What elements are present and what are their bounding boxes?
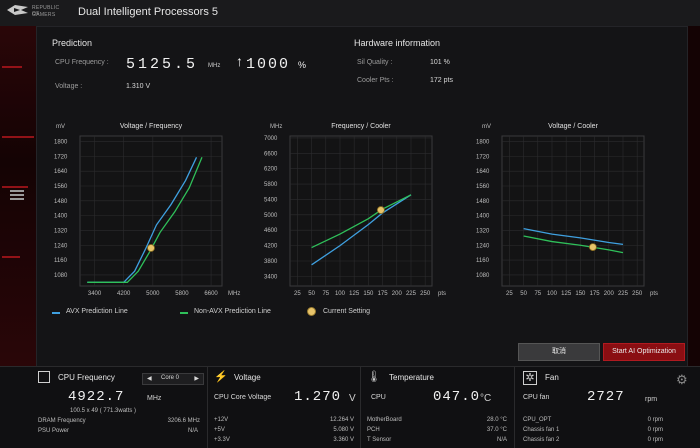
- voltage-12v-value: 12.264 V: [329, 417, 354, 423]
- cooler-pts-label: Cooler Pts :: [357, 77, 394, 84]
- cpu-frequency-value: 4922.7: [68, 389, 125, 405]
- predicted-frequency-value: 5125.5: [126, 56, 199, 73]
- accent-streak: [2, 256, 20, 258]
- prediction-percent-sign: %: [298, 60, 307, 70]
- sil-quality-value: 101 %: [430, 59, 450, 66]
- title-bar: REPUBLIC OF GAMERS Dual Intelligent Proc…: [0, 0, 700, 27]
- voltage-label: Voltage :: [55, 83, 83, 90]
- voltage-value: 1.310 V: [126, 83, 151, 90]
- rog-eye-icon: [7, 5, 28, 15]
- voltage-3v3-label: +3.3V: [214, 437, 230, 443]
- fan-icon: ✲: [523, 371, 537, 385]
- cpu-chip-icon: [38, 371, 50, 383]
- arrow-up-icon: ↑: [236, 53, 243, 69]
- cancel-button[interactable]: 取消: [518, 343, 600, 361]
- cooler-pts-value: 172 pts: [430, 77, 453, 84]
- cpu-fan-unit: rpm: [645, 396, 658, 403]
- motherboard-temp-value: 28.0 °C: [486, 417, 507, 423]
- cpu-temp-label: CPU: [371, 394, 386, 401]
- chassis-fan-1-value: 0 rpm: [647, 427, 663, 433]
- hardware-info-title: Hardware information: [354, 38, 441, 48]
- voltage-5v-label: +5V: [214, 427, 225, 433]
- cpu-frequency-unit: MHz: [147, 395, 162, 402]
- tsensor-temp-label: T Sensor: [367, 437, 392, 443]
- predicted-frequency-unit: MHz: [208, 63, 221, 69]
- rog-logo: REPUBLIC OF GAMERS: [6, 3, 64, 23]
- tsensor-temp-value: N/A: [496, 437, 507, 443]
- prediction-title: Prediction: [52, 38, 93, 48]
- pch-temp-label: PCH: [367, 427, 380, 433]
- core-next-icon[interactable]: ▶: [194, 375, 199, 382]
- fan-title: Fan: [545, 373, 559, 382]
- temperature-panel: 🌡 Temperature CPU 047.0 °C MotherBoard 2…: [361, 367, 515, 448]
- current-setting-legend-dot: [307, 307, 316, 316]
- nonavx-legend-label: Non-AVX Prediction Line: [194, 308, 271, 315]
- accent-streak: [2, 66, 22, 68]
- settings-gear-icon[interactable]: ⚙: [676, 372, 688, 388]
- right-accent-bar: [686, 26, 700, 366]
- accent-streak: [2, 186, 28, 188]
- cpu-multiplier-text: 100.5 x 49 ( 771.3watts ): [70, 408, 137, 414]
- core-prev-icon[interactable]: ◀: [147, 375, 152, 382]
- status-bar: CPU Frequency ◀ Core 0 ▶ 4922.7 MHz 100.…: [0, 366, 700, 448]
- cpu-frequency-label: CPU Frequency :: [55, 59, 109, 66]
- voltage-title: Voltage: [234, 373, 261, 382]
- voltage-panel: ⚡ Voltage CPU Core Voltage 1.270 V +12V …: [208, 367, 361, 448]
- cpu-fan-value: 2727: [587, 389, 625, 405]
- chassis-fan-1-label: Chassis fan 1: [523, 427, 560, 433]
- cpu-core-voltage-unit: V: [349, 393, 356, 404]
- start-ai-optimization-button[interactable]: Start AI Optimization: [603, 343, 685, 361]
- avx-legend-swatch: [52, 312, 60, 314]
- cpu-frequency-panel: CPU Frequency ◀ Core 0 ▶ 4922.7 MHz 100.…: [0, 367, 208, 448]
- prediction-percent-value: 1000: [246, 56, 291, 73]
- dram-frequency-label: DRAM Frequency: [38, 418, 86, 424]
- cpu-fan-label: CPU fan: [523, 394, 550, 401]
- current-setting-legend-label: Current Setting: [323, 308, 371, 315]
- voltage-12v-label: +12V: [214, 417, 229, 423]
- fan-panel: ✲ Fan CPU fan 2727 rpm CPU_OPT 0 rpm Cha…: [515, 367, 670, 448]
- temperature-title: Temperature: [389, 373, 434, 382]
- voltage-5v-value: 5.080 V: [333, 427, 354, 433]
- cpu-opt-fan-value: 0 rpm: [647, 417, 663, 423]
- cpu-temp-value: 047.0: [433, 389, 481, 405]
- dram-frequency-value: 3206.6 MHz: [167, 418, 200, 424]
- sil-quality-label: Sil Quality :: [357, 59, 393, 66]
- avx-legend-label: AVX Prediction Line: [66, 308, 128, 315]
- chassis-fan-2-value: 0 rpm: [647, 437, 663, 443]
- cpu-core-voltage-value: 1.270: [294, 389, 342, 405]
- thermometer-icon: 🌡: [367, 371, 381, 383]
- accent-streak: [2, 136, 34, 138]
- voltage-3v3-value: 3.360 V: [333, 437, 354, 443]
- core-select-dropdown[interactable]: ◀ Core 0 ▶: [142, 373, 204, 385]
- psu-power-value: N/A: [187, 428, 198, 434]
- cpu-temp-unit: °C: [480, 393, 492, 404]
- chassis-fan-2-label: Chassis fan 2: [523, 437, 560, 443]
- brand-bottom-text: GAMERS: [32, 12, 56, 18]
- lightning-icon: ⚡: [214, 371, 228, 383]
- cpu-frequency-title: CPU Frequency: [58, 373, 115, 382]
- pch-temp-value: 37.0 °C: [486, 427, 507, 433]
- side-menu-handle-icon[interactable]: [10, 190, 24, 200]
- motherboard-temp-label: MotherBoard: [367, 417, 402, 423]
- nonavx-legend-swatch: [180, 312, 188, 314]
- cpu-core-voltage-label: CPU Core Voltage: [214, 394, 272, 401]
- psu-power-label: PSU Power: [38, 428, 70, 434]
- core-select-value: Core 0: [161, 375, 180, 381]
- cpu-opt-fan-label: CPU_OPT: [523, 417, 552, 423]
- window-title: Dual Intelligent Processors 5: [78, 6, 219, 18]
